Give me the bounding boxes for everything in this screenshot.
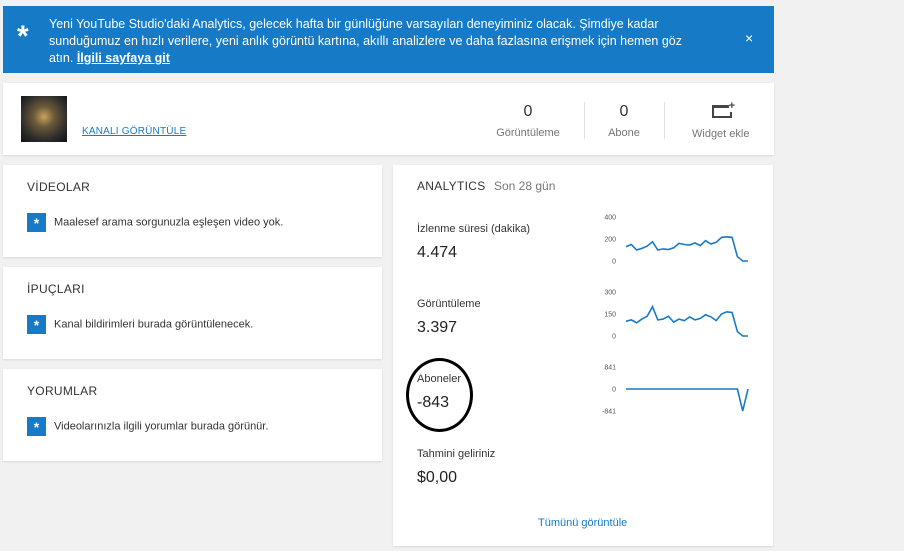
sparkline-tick-label: -841 (602, 409, 616, 416)
close-icon[interactable]: × (745, 31, 753, 45)
subscribers-metric-label: Aboneler (417, 373, 462, 385)
sparkline-tick-label: 0 (612, 259, 616, 266)
videos-tip: * Maalesef arama sorgunuzla eşleşen video… (27, 213, 283, 232)
views-label: Görüntüleme (496, 127, 560, 139)
views-stat: 0 Görüntüleme (493, 103, 563, 139)
sparkline-series (625, 304, 748, 337)
sparkline-tick-label: 150 (604, 312, 616, 319)
see-all-link[interactable]: Tümünü görüntüle (538, 517, 627, 529)
stat-divider (664, 102, 665, 139)
videos-tip-text: Maalesef arama sorgunuzla eşleşen video … (54, 216, 284, 229)
subscribers-label: Abone (608, 127, 640, 139)
comments-tip-text: Videolarınızla ilgili yorumlar burada gö… (54, 420, 269, 433)
sparkline-tick-label: 200 (604, 237, 616, 244)
asterisk-icon: * (27, 315, 46, 334)
subscribers-metric-value: -843 (417, 394, 450, 411)
comments-title: YORUMLAR (27, 384, 98, 398)
sparkline-tick-label: 0 (612, 387, 616, 394)
asterisk-icon: * (27, 213, 46, 232)
subscribers-count: 0 (619, 103, 629, 120)
asterisk-icon: * (17, 20, 29, 53)
sparkline-tick-label: 400 (604, 215, 616, 222)
banner-message: Yeni YouTube Studio'daki Analytics, gele… (49, 16, 709, 67)
watch-time-label: İzlenme süresi (dakika) (417, 223, 531, 235)
banner-link[interactable]: İlgili sayfaya git (77, 51, 170, 65)
analytics-card: ANALYTICS Son 28 gün İzlenme süresi (dak… (393, 165, 773, 546)
tips-card: İPUÇLARI * Kanal bildirimleri burada görü… (3, 267, 382, 359)
stat-divider (584, 102, 585, 139)
revenue-label: Tahmini geliriniz (417, 448, 496, 460)
comments-tip: * Videolarınızla ilgili yorumlar burada g… (27, 417, 268, 436)
watch-time-value: 4.474 (417, 244, 458, 261)
views-count: 0 (523, 103, 533, 120)
add-widget-icon[interactable] (712, 101, 735, 118)
add-widget-label[interactable]: Widget ekle (692, 128, 749, 140)
analytics-period: Son 28 gün (494, 179, 556, 193)
watch-time-sparkline: 400 200 0 (604, 215, 748, 266)
views-metric-value: 3.397 (417, 319, 458, 336)
sparkline-tick-label: 300 (604, 290, 616, 297)
tips-tip: * Kanal bildirimleri burada görüntülenece… (27, 315, 253, 334)
subscribers-sparkline: 841 0 -841 (602, 365, 749, 416)
tips-title: İPUÇLARI (27, 282, 85, 296)
announcement-banner: * Yeni YouTube Studio'daki Analytics, ge… (3, 6, 774, 73)
channel-avatar[interactable] (21, 96, 67, 142)
comments-card: YORUMLAR * Videolarınızla ilgili yorumlar… (3, 369, 382, 461)
videos-card: VİDEOLAR * Maalesef arama sorgunuzla eşle… (3, 165, 382, 257)
asterisk-icon: * (27, 417, 46, 436)
views-sparkline: 300 150 0 (604, 290, 748, 341)
sparkline-tick-label: 0 (612, 334, 616, 341)
sparkline-tick-label: 841 (604, 365, 616, 372)
views-metric-label: Görüntüleme (417, 298, 481, 310)
sparkline-series (626, 388, 749, 412)
videos-title: VİDEOLAR (27, 180, 91, 194)
sparkline-series (625, 235, 748, 262)
tips-tip-text: Kanal bildirimleri burada görüntülenecek… (54, 318, 254, 331)
analytics-title: ANALYTICS (417, 179, 486, 193)
channel-header: KANALI GÖRÜNTÜLE 0 Görüntüleme 0 Abone W… (3, 83, 774, 155)
revenue-value: $0,00 (417, 469, 458, 486)
view-channel-link[interactable]: KANALI GÖRÜNTÜLE (82, 126, 186, 137)
subscribers-stat: 0 Abone (599, 103, 649, 139)
